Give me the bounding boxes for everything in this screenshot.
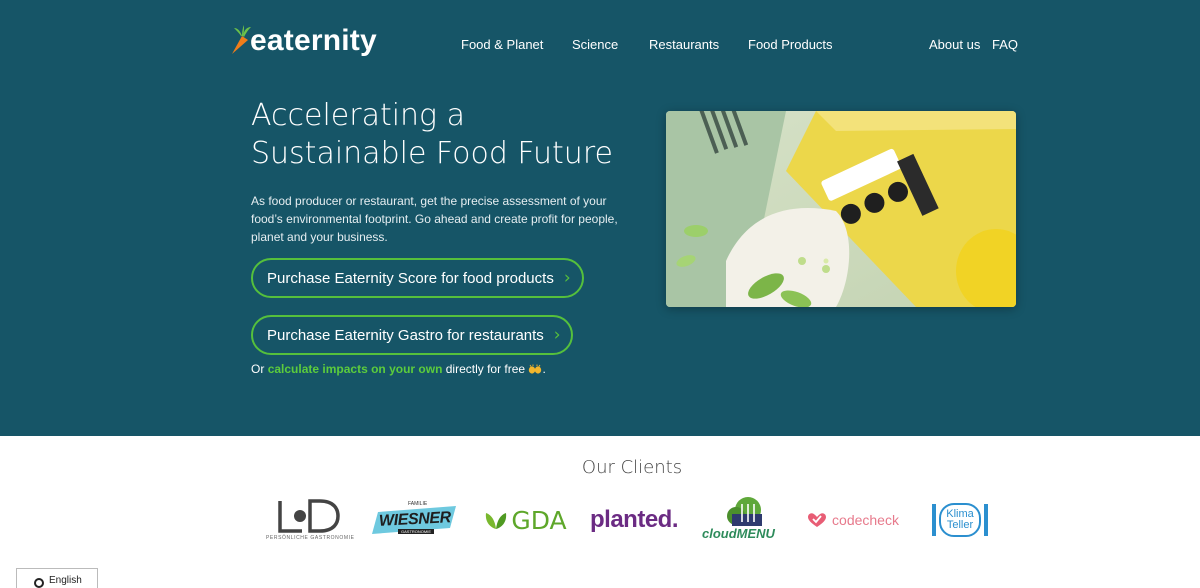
- carrot-icon: [232, 25, 251, 54]
- client-logo-codecheck[interactable]: codecheck: [802, 496, 904, 544]
- cloud-icon: [727, 497, 762, 526]
- client-logo-klimateller[interactable]: Klima Teller: [930, 496, 990, 544]
- clients-title: Our Clients: [581, 457, 683, 478]
- check-heart-icon: [808, 513, 827, 527]
- wiesner-bottom: GASTRONOMIE: [398, 529, 435, 534]
- free-end: .: [542, 362, 546, 376]
- planted-name: planted.: [589, 506, 679, 533]
- purchase-score-button[interactable]: Purchase Eaternity Score for food produc…: [251, 258, 584, 298]
- purchase-score-label: Purchase Eaternity Score for food produc…: [267, 269, 554, 287]
- calculate-impacts-link[interactable]: calculate impacts on your own: [268, 362, 443, 376]
- nav-science[interactable]: Science: [572, 37, 618, 52]
- free-prefix: Or: [251, 362, 265, 376]
- codecheck-name: codecheck: [832, 512, 899, 528]
- free-calculation-line: Or calculate impacts on your own directl…: [251, 362, 546, 376]
- purchase-gastro-label: Purchase Eaternity Gastro for restaurant…: [267, 326, 544, 344]
- chevron-right-icon: ›: [563, 268, 571, 288]
- client-logo-cloudmenu[interactable]: cloudMENU: [700, 496, 786, 544]
- hero-intro: As food producer or restaurant, get the …: [251, 194, 618, 244]
- hero-section: eaternity Food & Planet Science Restaura…: [0, 0, 1200, 436]
- client-logo-ld[interactable]: PERSÖNLICHE GASTRONOMIE: [262, 496, 355, 544]
- eaternity-logo[interactable]: eaternity: [228, 22, 377, 60]
- client-logo-wiesner[interactable]: FAMILIE WIESNER GASTRONOMIE: [372, 496, 458, 544]
- purchase-gastro-button[interactable]: Purchase Eaternity Gastro for restaurant…: [251, 315, 573, 355]
- nav-about-us[interactable]: About us: [929, 37, 980, 52]
- product-photo: [666, 111, 1016, 307]
- nav-faq[interactable]: FAQ: [992, 37, 1018, 52]
- client-logo-gda[interactable]: GDA: [482, 496, 568, 544]
- nav-restaurants[interactable]: Restaurants: [649, 37, 719, 52]
- logo-text: eaternity: [250, 24, 377, 57]
- leaf-icon: [486, 513, 507, 529]
- gda-name: GDA: [511, 505, 567, 535]
- raised-hands-icon: [529, 364, 542, 374]
- hero-title: Accelerating a Sustainable Food Future: [251, 98, 613, 171]
- nav-food-planet[interactable]: Food & Planet: [461, 37, 543, 52]
- chevron-right-icon: ›: [553, 325, 561, 345]
- client-logo-planted[interactable]: planted.: [584, 496, 684, 544]
- product-photo-image: [666, 111, 1016, 307]
- free-suffix: directly for free: [445, 362, 526, 376]
- klimateller-name: Klima Teller: [946, 508, 974, 531]
- language-switcher[interactable]: English: [16, 568, 98, 588]
- language-label: English: [49, 574, 82, 586]
- cloudmenu-name: cloudMENU: [702, 526, 775, 541]
- nav-food-products[interactable]: Food Products: [748, 37, 833, 52]
- ld-caption: PERSÖNLICHE GASTRONOMIE: [266, 535, 355, 541]
- wiesner-top: FAMILIE: [408, 501, 428, 507]
- globe-icon: [34, 578, 44, 588]
- wiesner-name: WIESNER: [378, 509, 452, 530]
